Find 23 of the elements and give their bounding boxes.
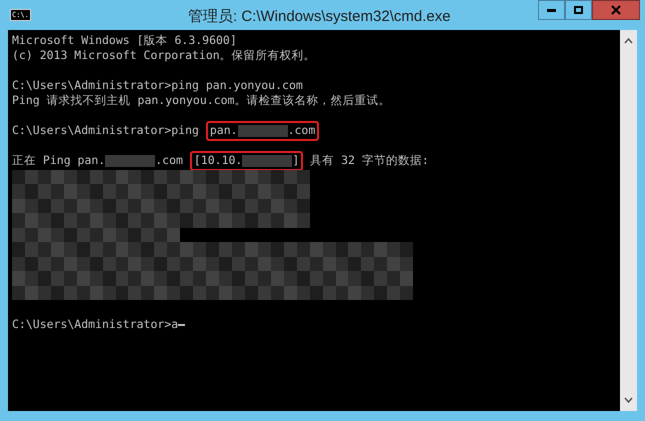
text-cursor [178,324,186,326]
redacted-block [242,154,292,166]
scrollbar[interactable] [620,30,637,411]
close-icon [611,5,621,15]
console-text: .com [155,153,184,168]
maximize-button[interactable] [565,0,592,20]
window-title: 管理员: C:\Windows\system32\cmd.exe [188,7,451,27]
console-text: (c) 2013 Microsoft Corporation。保留所有权利。 [12,48,316,63]
close-button[interactable] [592,0,640,20]
console-text: ] [292,153,300,168]
minimize-button[interactable] [538,0,565,20]
console-text: .com [288,123,316,138]
console-text: 正在 Ping pan. [12,153,106,168]
redacted-block [238,124,288,136]
console-text: C:\Users\Administrator>ping [12,123,200,138]
console-text: pan. [210,123,238,138]
console-text: [10.10. [194,153,242,168]
console-text: Microsoft Windows [版本 6.3.9600] [12,33,237,48]
console-text: C:\Users\Administrator>ping pan.yonyou.com [12,78,303,93]
console-text: Ping 请求找不到主机 pan.yonyou.com。请检查该名称，然后重试。 [12,93,390,108]
console-text: 具有 32 字节的数据: [309,153,429,168]
console-text: C:\Users\Administrator>a [12,317,178,332]
redacted-block [105,154,156,166]
